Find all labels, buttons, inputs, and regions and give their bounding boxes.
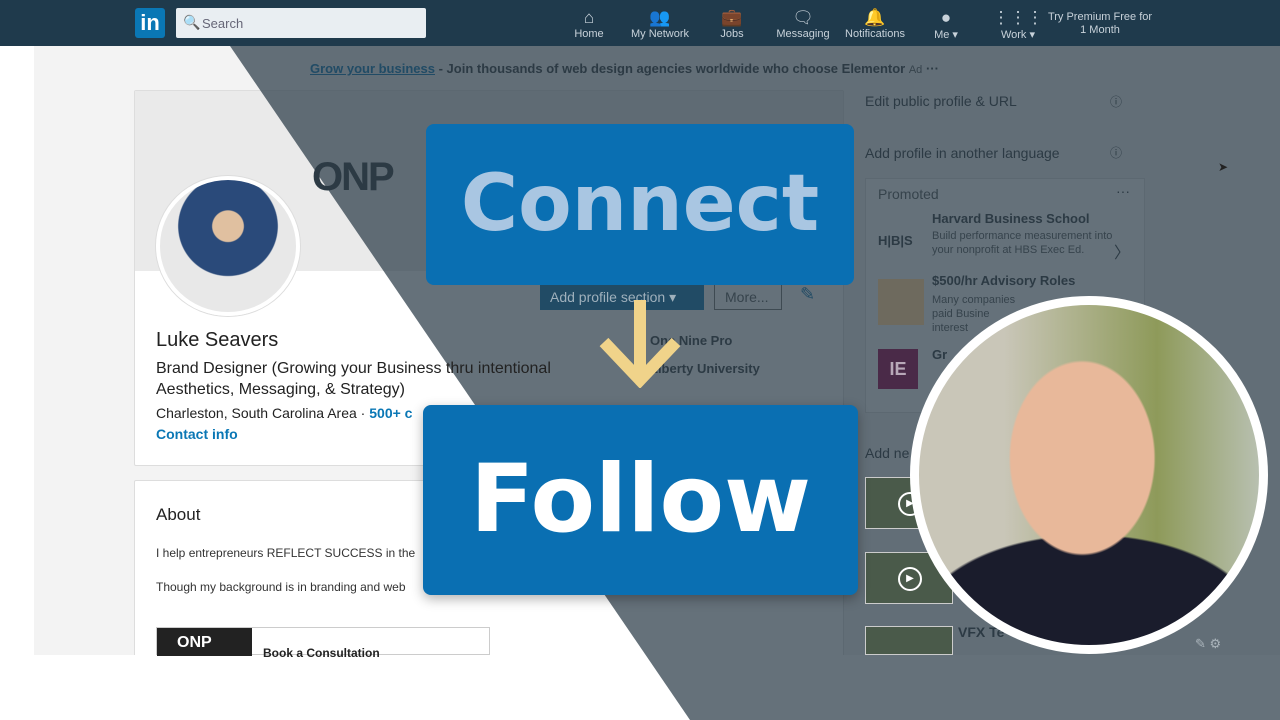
- webcam-presenter: [910, 296, 1268, 654]
- profile-location: Charleston, South Carolina Area · 500+ c: [156, 405, 413, 421]
- nav-messaging[interactable]: 🗨 Messaging: [768, 8, 838, 40]
- avatar-icon: ●: [940, 8, 952, 27]
- edit-pencil-icon[interactable]: ✎: [800, 284, 815, 305]
- nav-label: Work ▾: [1000, 29, 1036, 41]
- linkedin-logo[interactable]: in: [135, 8, 165, 38]
- try-premium-link[interactable]: Try Premium Free for 1 Month: [1045, 11, 1155, 37]
- grid-icon: ⋮⋮⋮: [992, 8, 1044, 27]
- promoted-title: Promoted: [878, 186, 939, 202]
- media-item[interactable]: ONP Book a Consultation: [156, 627, 490, 660]
- promo-title[interactable]: Harvard Business School: [932, 211, 1090, 226]
- about-title: About: [156, 505, 201, 524]
- nav-jobs[interactable]: 💼 Jobs: [697, 8, 767, 40]
- connections-link[interactable]: 500+ c: [369, 405, 412, 421]
- nav-home[interactable]: ⌂ Home: [554, 8, 624, 40]
- play-icon: ▶: [898, 567, 922, 591]
- connect-label: Connect: [426, 124, 854, 285]
- briefcase-icon: 💼: [721, 8, 743, 27]
- nav-label: Home: [574, 28, 604, 40]
- nav-label: My Network: [630, 28, 690, 40]
- chevron-right-icon[interactable]: 〉: [1114, 239, 1130, 263]
- add-language-link[interactable]: Add profile in another language: [865, 145, 1060, 161]
- search-input[interactable]: 🔍 Search: [176, 8, 426, 38]
- nav-my-network[interactable]: 👥 My Network: [625, 8, 695, 40]
- nav-label: Notifications: [845, 28, 905, 40]
- nav-me[interactable]: ● Me ▾: [911, 8, 981, 41]
- help-icon[interactable]: ⓘ: [1110, 144, 1122, 161]
- ad-more-button[interactable]: ···: [926, 61, 939, 76]
- messaging-icon: 🗨: [792, 8, 814, 27]
- down-arrow-icon: [599, 300, 681, 388]
- about-line: Though my background is in branding and …: [156, 580, 406, 594]
- about-line: I help entrepreneurs REFLECT SUCCESS in …: [156, 546, 416, 560]
- profile-photo[interactable]: [156, 176, 300, 316]
- top-nav: in 🔍 Search ⌂ Home 👥 My Network 💼 Jobs 🗨 Mess…: [0, 0, 1280, 46]
- nav-notifications[interactable]: 🔔 Notifications: [840, 8, 910, 40]
- nav-label: Jobs: [720, 28, 744, 40]
- promo-image: [878, 279, 924, 325]
- ad-link[interactable]: Grow your business: [310, 61, 435, 76]
- promo-title[interactable]: Gr: [932, 347, 947, 362]
- network-icon: 👥: [649, 8, 671, 27]
- profile-name: Luke Seavers: [156, 329, 279, 351]
- nav-label: Messaging: [776, 28, 830, 40]
- bell-icon: 🔔: [864, 8, 886, 27]
- mouse-cursor-icon: ➤: [1218, 160, 1229, 174]
- nav-label: Me ▾: [934, 29, 958, 41]
- help-icon[interactable]: ⓘ: [1110, 93, 1122, 110]
- contact-info-link[interactable]: Contact info: [156, 426, 238, 442]
- media-title: Book a Consultation: [263, 646, 380, 660]
- ad-text: - Join thousands of web design agencies …: [434, 61, 906, 76]
- promoted-more-button[interactable]: ···: [1116, 183, 1130, 199]
- search-placeholder: Search: [202, 16, 244, 31]
- video-thumbnail[interactable]: [865, 626, 953, 655]
- nav-work[interactable]: ⋮⋮⋮ Work ▾: [983, 8, 1053, 41]
- home-icon: ⌂: [583, 8, 595, 27]
- edit-public-profile-link[interactable]: Edit public profile & URL: [865, 93, 1017, 109]
- ad-tag: Ad: [908, 64, 923, 76]
- ad-banner: Grow your business - Join thousands of w…: [310, 61, 939, 76]
- hbs-logo: H|B|S: [878, 233, 913, 248]
- media-thumbnail: ONP: [157, 628, 252, 656]
- add-new-heading: Add ne: [865, 445, 910, 461]
- compose-icon[interactable]: ✎ ⚙: [1195, 636, 1221, 652]
- follow-label: Follow: [423, 405, 858, 595]
- search-icon: 🔍: [183, 14, 201, 30]
- elementor-logo: IE: [878, 349, 918, 389]
- more-button[interactable]: More...: [714, 284, 782, 310]
- location-text: Charleston, South Carolina Area: [156, 405, 357, 421]
- promo-title[interactable]: $500/hr Advisory Roles: [932, 273, 1075, 288]
- promo-desc: Build performance measurement into your …: [932, 230, 1113, 256]
- profile-headline: Brand Designer (Growing your Business th…: [156, 360, 551, 398]
- banner-logo: ONP: [312, 155, 395, 199]
